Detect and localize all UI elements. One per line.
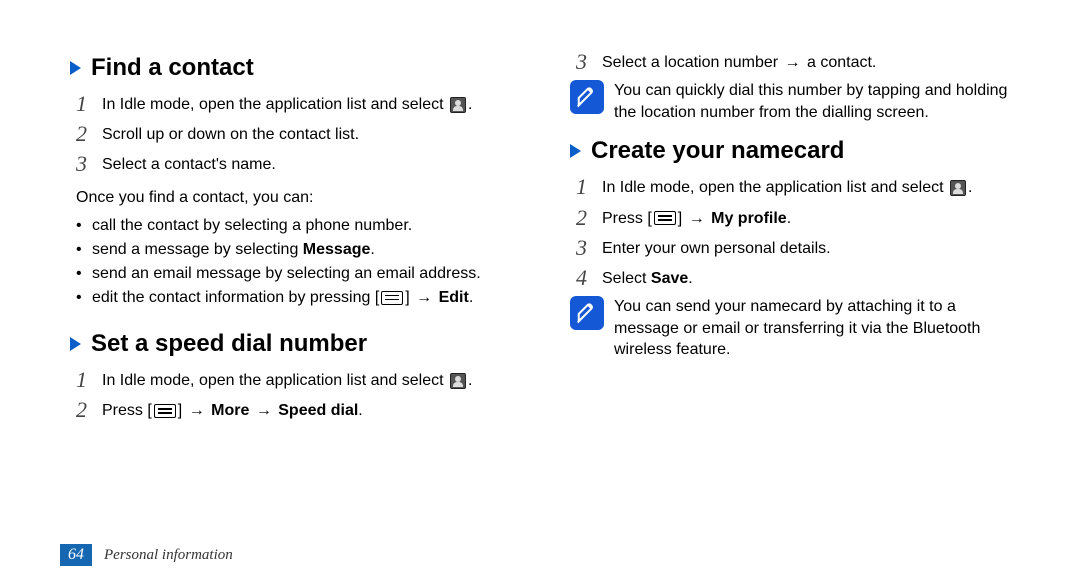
note-icon xyxy=(570,296,604,330)
section-speed-dial: Set a speed dial number xyxy=(70,330,520,358)
step-text: Press [] → My profile. xyxy=(602,206,1020,230)
page-footer: 64 Personal information xyxy=(60,544,233,566)
contacts-icon xyxy=(950,180,966,196)
step-item: 2 Press [] → More → Speed dial. xyxy=(76,398,520,422)
step-text: Scroll up or down on the contact list. xyxy=(102,122,520,146)
speed-dial-steps: 1 In Idle mode, open the application lis… xyxy=(76,368,520,422)
step-number: 3 xyxy=(76,152,102,176)
speed-dial-steps-cont: 3 Select a location number → a contact. xyxy=(576,50,1020,74)
section-title: Set a speed dial number xyxy=(91,330,367,358)
bullet-item: send an email message by selecting an em… xyxy=(76,262,520,286)
footer-section-label: Personal information xyxy=(104,547,233,564)
note-block: You can send your namecard by attaching … xyxy=(570,296,1020,361)
step-text: Press [] → More → Speed dial. xyxy=(102,398,520,422)
step-number: 1 xyxy=(576,175,602,199)
step-text: In Idle mode, open the application list … xyxy=(602,175,1020,199)
section-namecard: Create your namecard xyxy=(570,137,1020,165)
section-title: Create your namecard xyxy=(591,137,844,165)
chevron-icon xyxy=(70,337,81,351)
step-item: 1 In Idle mode, open the application lis… xyxy=(76,368,520,392)
note-text: You can send your namecard by attaching … xyxy=(614,296,1020,361)
step-text: Enter your own personal details. xyxy=(602,236,1020,260)
step-number: 1 xyxy=(76,92,102,116)
step-number: 4 xyxy=(576,266,602,290)
step-text: In Idle mode, open the application list … xyxy=(102,368,520,392)
section-find-contact: Find a contact xyxy=(70,54,520,82)
page-number: 64 xyxy=(60,544,92,566)
note-text: You can quickly dial this number by tapp… xyxy=(614,80,1020,123)
note-block: You can quickly dial this number by tapp… xyxy=(570,80,1020,123)
step-text: Select Save. xyxy=(602,266,1020,290)
step-item: 2 Scroll up or down on the contact list. xyxy=(76,122,520,146)
step-number: 1 xyxy=(76,368,102,392)
contacts-icon xyxy=(450,97,466,113)
step-text: In Idle mode, open the application list … xyxy=(102,92,520,116)
step-item: 3 Select a contact's name. xyxy=(76,152,520,176)
page-columns: Find a contact 1 In Idle mode, open the … xyxy=(70,50,1020,530)
chevron-icon xyxy=(70,61,81,75)
step-number: 3 xyxy=(576,236,602,260)
note-icon xyxy=(570,80,604,114)
menu-icon xyxy=(654,211,676,225)
step-item: 4 Select Save. xyxy=(576,266,1020,290)
paragraph: Once you find a contact, you can: xyxy=(76,187,520,209)
find-contact-bullets: call the contact by selecting a phone nu… xyxy=(76,214,520,310)
step-item: 1 In Idle mode, open the application lis… xyxy=(76,92,520,116)
step-number: 2 xyxy=(76,398,102,422)
chevron-icon xyxy=(570,144,581,158)
right-column: 3 Select a location number → a contact. … xyxy=(570,50,1020,530)
namecard-steps: 1 In Idle mode, open the application lis… xyxy=(576,175,1020,290)
bullet-item: call the contact by selecting a phone nu… xyxy=(76,214,520,238)
step-item: 2 Press [] → My profile. xyxy=(576,206,1020,230)
step-text: Select a contact's name. xyxy=(102,152,520,176)
step-number: 2 xyxy=(576,206,602,230)
step-text: Select a location number → a contact. xyxy=(602,50,1020,74)
bullet-item: send a message by selecting Message. xyxy=(76,238,520,262)
section-title: Find a contact xyxy=(91,54,254,82)
contacts-icon xyxy=(450,373,466,389)
menu-icon xyxy=(381,291,403,305)
step-number: 3 xyxy=(576,50,602,74)
step-item: 1 In Idle mode, open the application lis… xyxy=(576,175,1020,199)
bullet-item: edit the contact information by pressing… xyxy=(76,286,520,310)
menu-icon xyxy=(154,404,176,418)
step-item: 3 Select a location number → a contact. xyxy=(576,50,1020,74)
step-number: 2 xyxy=(76,122,102,146)
left-column: Find a contact 1 In Idle mode, open the … xyxy=(70,50,520,530)
step-item: 3 Enter your own personal details. xyxy=(576,236,1020,260)
find-contact-steps: 1 In Idle mode, open the application lis… xyxy=(76,92,520,177)
